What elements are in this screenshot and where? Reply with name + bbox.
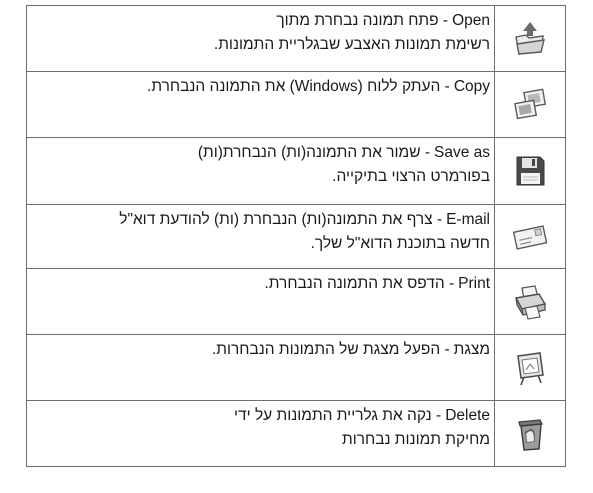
command-keyword: Save as	[433, 144, 490, 161]
table-row: E-mail- צרף את התמונה(ות) הנבחרת (ות) לה…	[26, 204, 566, 269]
icon-cell	[494, 71, 566, 138]
description-text: - צרף את התמונה(ות) הנבחרת (ות) להודעת ד…	[119, 211, 443, 228]
description-cell: Open- פתח תמונה נבחרת מתוך רשימת תמונות …	[26, 5, 495, 72]
description-line-2: רשימת תמונות האצבע שבגלריית התמונות.	[213, 36, 490, 53]
description-cell: Save as- שמור את התמונה(ות) הנבחרת(ות) ב…	[26, 137, 495, 205]
description-text: - נקה את גלריית התמונות על ידי	[234, 407, 442, 424]
description-line-1: מצגת- הפעל מצגת של התמונות הנבחרות.	[33, 338, 490, 362]
table-row: מצגת- הפעל מצגת של התמונות הנבחרות.	[26, 334, 566, 401]
envelope-icon	[512, 224, 548, 250]
icon-cell	[494, 400, 566, 467]
description-line-2: מחיקת תמונות נבחרות	[341, 431, 490, 448]
trash-bin-icon	[518, 418, 543, 451]
description-cell: E-mail- צרף את התמונה(ות) הנבחרת (ות) לה…	[26, 204, 495, 269]
copy-images-icon	[514, 88, 547, 119]
commands-table: Open- פתח תמונה נבחרת מתוך רשימת תמונות …	[26, 5, 566, 467]
table-row: Open- פתח תמונה נבחרת מתוך רשימת תמונות …	[26, 5, 566, 72]
icon-cell	[494, 137, 566, 205]
command-keyword: מצגת	[453, 341, 490, 358]
table-row: Save as- שמור את התמונה(ות) הנבחרת(ות) ב…	[26, 137, 566, 205]
command-keyword: Copy	[453, 78, 490, 95]
command-keyword: Print	[458, 275, 490, 292]
description-cell: Delete- נקה את גלריית התמונות על ידי מחי…	[26, 400, 495, 467]
table-row: Print- הדפס את התמונה הנבחרת.	[26, 268, 566, 335]
description-line-2: חדשה בתוכנת הדוא"ל שלך.	[310, 235, 490, 252]
description-line-2: בפורמרט הרצוי בתיקייה.	[332, 168, 490, 185]
description-text: - העתק ללוח (Windows) את התמונה הנבחרת.	[147, 78, 450, 95]
table-row: Copy- העתק ללוח (Windows) את התמונה הנבח…	[26, 71, 566, 138]
open-folder-icon	[515, 21, 545, 55]
icon-cell	[494, 5, 566, 72]
description-line-1: Print- הדפס את התמונה הנבחרת.	[33, 272, 490, 296]
description-line-1: Save as- שמור את התמונה(ות) הנבחרת(ות)	[33, 141, 490, 165]
command-keyword: Open	[452, 12, 490, 29]
description-text: - הדפס את התמונה הנבחרת.	[264, 275, 455, 292]
icon-cell	[494, 334, 566, 401]
command-keyword: E-mail	[446, 211, 490, 228]
description-cell: Copy- העתק ללוח (Windows) את התמונה הנבח…	[26, 71, 495, 138]
description-text: - שמור את התמונה(ות) הנבחרת(ות)	[197, 144, 430, 161]
description-cell: Print- הדפס את התמונה הנבחרת.	[26, 268, 495, 335]
description-line-1: E-mail- צרף את התמונה(ות) הנבחרת (ות) לה…	[33, 208, 490, 232]
description-text: - פתח תמונה נבחרת מתוך	[276, 12, 449, 29]
description-line-1: Delete- נקה את גלריית התמונות על ידי	[33, 404, 490, 428]
icon-cell	[494, 268, 566, 335]
description-cell: מצגת- הפעל מצגת של התמונות הנבחרות.	[26, 334, 495, 401]
command-keyword: Delete	[445, 407, 490, 424]
floppy-disk-icon	[516, 156, 545, 186]
description-text: - הפעל מצגת של התמונות הנבחרות.	[211, 341, 450, 358]
table-row: Delete- נקה את גלריית התמונות על ידי מחי…	[26, 400, 566, 467]
description-line-1: Open- פתח תמונה נבחרת מתוך	[33, 9, 490, 33]
printer-icon	[514, 284, 547, 320]
description-line-1: Copy- העתק ללוח (Windows) את התמונה הנבח…	[33, 75, 490, 99]
icon-cell	[494, 204, 566, 269]
slideshow-icon	[517, 351, 544, 385]
